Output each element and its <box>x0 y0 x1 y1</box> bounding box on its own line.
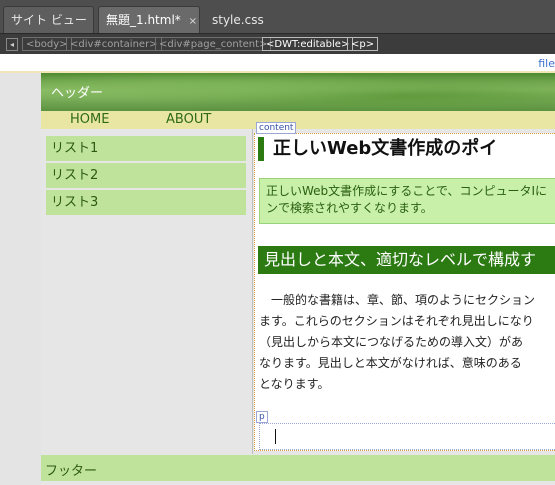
content-region-tag[interactable]: content <box>256 122 297 134</box>
tag-crumb-p[interactable]: <p> <box>347 37 379 51</box>
sidebar: リスト1 リスト2 リスト3 <box>46 136 246 217</box>
section-heading[interactable]: 見出しと本文、適切なレベルで構成す <box>258 246 555 274</box>
page-container: ヘッダー HOME ABOUT リスト1 リスト2 リスト3 正しいWeb文書作… <box>41 73 555 485</box>
editable-content-region[interactable]: 正しいWeb文書作成のポイ 正しいWeb文書作成にすることで、コンピュータIに … <box>254 133 555 451</box>
tag-crumb-container[interactable]: <div#container> <box>66 37 162 51</box>
footer-label: フッター <box>45 464 98 479</box>
intro-line: ンで検索されやすくなります。 <box>266 201 433 215</box>
tab-label: サイト ビュー <box>11 13 87 27</box>
empty-paragraph[interactable] <box>259 423 555 450</box>
tab-style-css[interactable]: style.css <box>204 6 276 33</box>
page-footer: フッター <box>41 455 555 481</box>
tag-crumb-body[interactable]: <body> <box>22 37 72 51</box>
sidebar-item-list1[interactable]: リスト1 <box>46 136 246 161</box>
nav-item-home[interactable]: HOME <box>70 112 109 127</box>
text-caret <box>275 429 276 444</box>
tab-site-view[interactable]: サイト ビュー <box>3 6 94 33</box>
body-line: ます。これらのセクションはそれぞれ見出しになり <box>259 314 534 328</box>
body-line: （見出しから本文につなげるための導入文）があ <box>259 335 524 349</box>
sidebar-item-list3[interactable]: リスト3 <box>46 190 246 215</box>
document-tab-bar: サイト ビュー 無題_1.html* × style.css <box>0 0 555 33</box>
tag-crumb-page-content[interactable]: <div#page_content> <box>155 37 272 51</box>
tab-label: 無題_1.html* <box>106 13 181 27</box>
tag-selector-bar: ◂ <body> <div#container> <div#page_conte… <box>0 33 555 54</box>
page-header: ヘッダー <box>41 73 555 111</box>
page-title[interactable]: 正しいWeb文書作成のポイ <box>258 137 555 161</box>
tab-untitled-html[interactable]: 無題_1.html* × <box>98 6 200 33</box>
close-icon[interactable]: × <box>189 16 197 27</box>
file-link[interactable]: file <box>538 57 555 70</box>
tab-label: style.css <box>212 13 264 27</box>
body-line: 一般的な書籍は、章、節、項のようにセクション <box>259 293 536 307</box>
header-label: ヘッダー <box>51 86 104 101</box>
info-bar: file <box>0 54 555 73</box>
intro-box[interactable]: 正しいWeb文書作成にすることで、コンピュータIに ンで検索されやすくなります。 <box>259 178 555 224</box>
paragraph-tag[interactable]: p <box>256 411 268 423</box>
design-view-canvas[interactable]: ヘッダー HOME ABOUT リスト1 リスト2 リスト3 正しいWeb文書作… <box>0 73 555 485</box>
body-line: なります。見出しと本文がなければ、意味のある <box>259 356 522 370</box>
nav-item-about[interactable]: ABOUT <box>166 112 211 127</box>
sidebar-item-list2[interactable]: リスト2 <box>46 163 246 188</box>
body-line: となります。 <box>259 377 330 391</box>
intro-line: 正しいWeb文書作成にすることで、コンピュータIに <box>266 184 547 198</box>
body-paragraph[interactable]: 一般的な書籍は、章、節、項のようにセクション ます。これらのセクションはそれぞれ… <box>259 290 555 395</box>
global-nav: HOME ABOUT <box>41 111 555 129</box>
tag-crumb-dwt-editable[interactable]: <DWT:editable> <box>262 37 354 51</box>
scroll-left-icon[interactable]: ◂ <box>6 38 18 51</box>
